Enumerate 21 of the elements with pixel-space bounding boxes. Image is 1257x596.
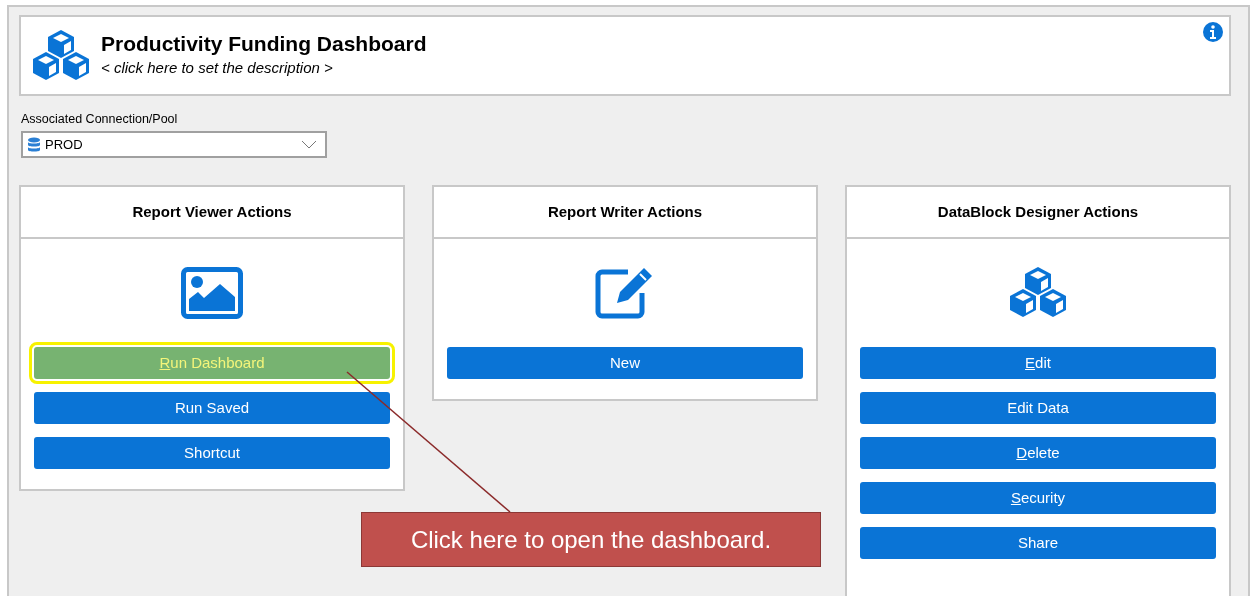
action-button[interactable]: Edit [860, 347, 1216, 379]
action-button[interactable]: New [447, 347, 803, 379]
action-button[interactable]: Share [860, 527, 1216, 559]
action-button[interactable]: Run Saved [34, 392, 390, 424]
action-button[interactable]: Delete [860, 437, 1216, 469]
callout-text: Click here to open the dashboard. [361, 512, 821, 567]
image-icon [181, 267, 243, 319]
panel-title: Report Viewer Actions [21, 187, 403, 239]
action-button[interactable]: Security [860, 482, 1216, 514]
panel-title: Report Writer Actions [434, 187, 816, 239]
dashboard-title: Productivity Funding Dashboard [101, 31, 427, 58]
action-button[interactable]: Shortcut [34, 437, 390, 469]
chevron-down-icon [301, 140, 317, 149]
panel-title: DataBlock Designer Actions [847, 187, 1229, 239]
dropdown-value: PROD [45, 135, 84, 154]
connection-dropdown[interactable]: PROD [21, 131, 327, 158]
connection-label: Associated Connection/Pool [21, 111, 178, 128]
database-icon [27, 136, 41, 153]
description-link[interactable]: < click here to set the description > [101, 57, 427, 80]
info-icon[interactable] [1203, 22, 1223, 42]
action-button[interactable]: Edit Data [860, 392, 1216, 424]
